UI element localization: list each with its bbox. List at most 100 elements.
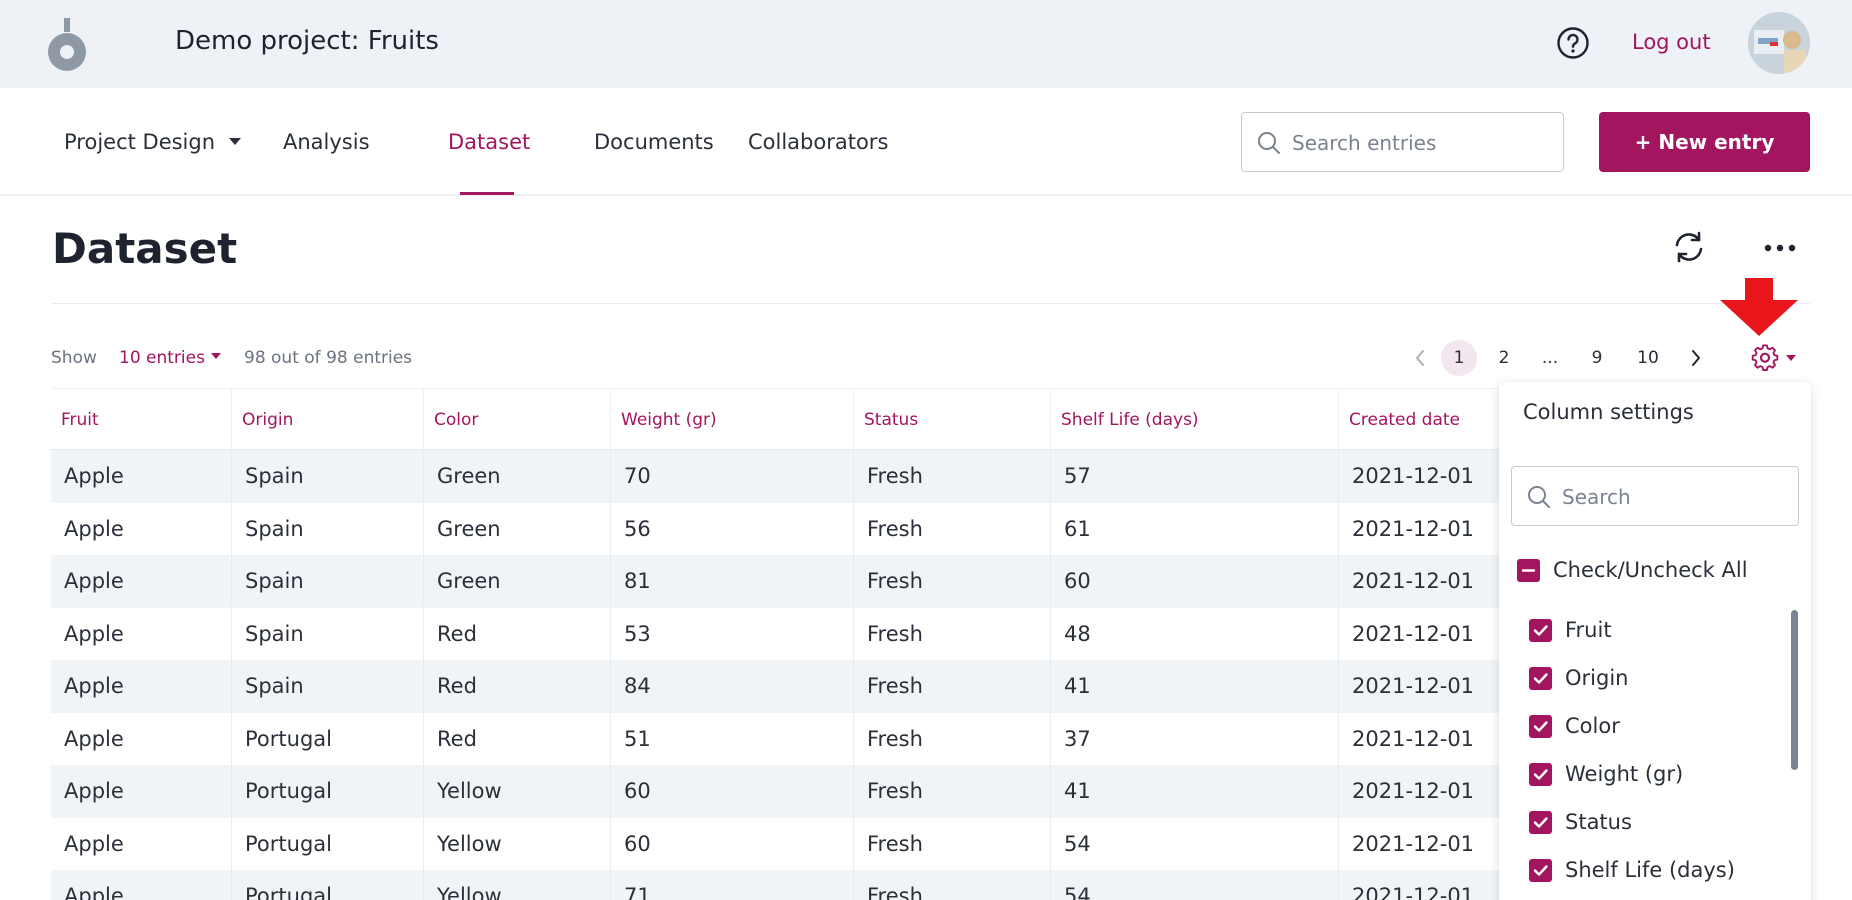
table-cell: 54 — [1050, 817, 1091, 870]
table-cell: 60 — [610, 765, 651, 817]
table-row[interactable]: Apple Spain Green 56 Fresh 61 2021-12-01 — [51, 502, 1501, 556]
column-toggle-item[interactable]: Color — [1529, 714, 1769, 740]
column-header-shelf-life[interactable]: Shelf Life (days) — [1050, 389, 1199, 451]
tab-documents[interactable]: Documents — [594, 130, 714, 154]
table-cell: Apple — [64, 674, 124, 698]
page-ellipsis: ... — [1541, 348, 1559, 368]
checkbox-checked-icon[interactable] — [1529, 619, 1552, 642]
table-row[interactable]: Apple Spain Green 70 Fresh 57 2021-12-01 — [51, 450, 1501, 503]
column-search — [1511, 466, 1799, 526]
table-cell: Portugal — [231, 870, 332, 900]
column-header-color[interactable]: Color — [423, 389, 478, 451]
indeterminate-checkbox-icon[interactable] — [1517, 559, 1540, 582]
entries-count: 98 out of 98 entries — [244, 348, 413, 368]
table-cell: Apple — [64, 569, 124, 593]
column-header-fruit[interactable]: Fruit — [51, 389, 99, 451]
tab-dataset[interactable]: Dataset — [448, 130, 530, 154]
table-cell: 2021-12-01 — [1338, 712, 1474, 765]
table-row[interactable]: Apple Portugal Yellow 60 Fresh 54 2021-12-01 — [51, 817, 1501, 871]
chevron-right-icon[interactable] — [1686, 340, 1706, 376]
checkbox-checked-icon[interactable] — [1529, 715, 1552, 738]
logout-link[interactable]: Log out — [1632, 30, 1711, 54]
gear-icon[interactable] — [1750, 343, 1806, 373]
checkbox-checked-icon[interactable] — [1529, 763, 1552, 786]
tab-analysis[interactable]: Analysis — [283, 130, 370, 154]
column-toggle-item[interactable]: Shelf Life (days) — [1529, 858, 1769, 884]
table-cell: 2021-12-01 — [1338, 870, 1474, 900]
table-cell: Green — [423, 555, 501, 607]
entries-per-page-select[interactable]: 10 entries — [119, 348, 221, 368]
table-cell: Red — [423, 712, 477, 765]
table-cell: Fresh — [853, 870, 923, 900]
table-cell: 2021-12-01 — [1338, 450, 1474, 502]
table-cell: Fresh — [853, 712, 923, 765]
tab-project-design[interactable]: Project Design — [64, 130, 242, 154]
table-cell: 71 — [610, 870, 651, 900]
table-cell: 2021-12-01 — [1338, 502, 1474, 555]
table-cell: Fresh — [853, 450, 923, 502]
table-cell: 41 — [1050, 660, 1091, 712]
table-cell: 51 — [610, 712, 651, 765]
table-cell: Spain — [231, 502, 304, 555]
table-cell: Fresh — [853, 607, 923, 660]
avatar-image — [1748, 12, 1810, 74]
column-toggle-item[interactable]: Origin — [1529, 666, 1769, 692]
table-cell: Red — [423, 660, 477, 712]
table-row[interactable]: Apple Spain Red 53 Fresh 48 2021-12-01 — [51, 607, 1501, 661]
checkbox-checked-icon[interactable] — [1529, 859, 1552, 882]
checkbox-checked-icon[interactable] — [1529, 811, 1552, 834]
table-cell: Yellow — [423, 870, 502, 900]
table-cell: 53 — [610, 607, 651, 660]
table-cell: Portugal — [231, 765, 332, 817]
table-cell: Apple — [64, 779, 124, 803]
tab-collaborators[interactable]: Collaborators — [748, 130, 888, 154]
table-cell: Yellow — [423, 817, 502, 870]
checkbox-checked-icon[interactable] — [1529, 667, 1552, 690]
column-toggle-item[interactable]: Fruit — [1529, 618, 1769, 644]
column-toggle-item[interactable]: Weight (gr) — [1529, 762, 1769, 788]
tab-label: Project Design — [64, 130, 216, 154]
question-circle-icon[interactable] — [1556, 26, 1590, 60]
table-cell: 37 — [1050, 712, 1091, 765]
table-cell: Fresh — [853, 817, 923, 870]
table-cell: 2021-12-01 — [1338, 555, 1474, 607]
header-divider — [52, 303, 1810, 304]
chevron-left-icon[interactable] — [1410, 340, 1430, 376]
avatar[interactable] — [1748, 12, 1810, 74]
search-icon — [1258, 132, 1280, 154]
table-row[interactable]: Apple Portugal Red 51 Fresh 37 2021-12-01 — [51, 712, 1501, 766]
column-header-status[interactable]: Status — [853, 389, 918, 451]
column-header-created-date[interactable]: Created date — [1338, 389, 1460, 451]
search-entries-input[interactable] — [1292, 123, 1552, 163]
table-cell: Spain — [231, 555, 304, 607]
table-row[interactable]: Apple Spain Red 84 Fresh 41 2021-12-01 — [51, 660, 1501, 713]
table-cell: Apple — [64, 726, 124, 751]
app-logo-icon[interactable] — [46, 14, 88, 74]
column-header-origin[interactable]: Origin — [231, 389, 293, 451]
page-1-button[interactable]: 1 — [1441, 340, 1477, 376]
entries-select-value: 10 entries — [119, 348, 205, 368]
column-header-weight[interactable]: Weight (gr) — [610, 389, 717, 451]
page-9-button[interactable]: 9 — [1583, 340, 1611, 376]
table-row[interactable]: Apple Spain Green 81 Fresh 60 2021-12-01 — [51, 555, 1501, 608]
caret-down-icon — [210, 353, 221, 359]
new-entry-button[interactable]: + New entry — [1599, 112, 1810, 172]
more-options-icon[interactable] — [1764, 236, 1796, 260]
check-all-label: Check/Uncheck All — [1553, 558, 1748, 582]
column-search-input[interactable] — [1562, 477, 1790, 517]
table-header: Fruit Origin Color Weight (gr) Status Sh… — [51, 388, 1501, 451]
table-row[interactable]: Apple Portugal Yellow 71 Fresh 54 2021-12-01 — [51, 870, 1501, 900]
table-cell: 2021-12-01 — [1338, 660, 1474, 712]
column-toggle-label: Status — [1565, 810, 1632, 834]
column-list-scrollbar[interactable] — [1791, 610, 1798, 770]
main-nav: Project Design Analysis Dataset Document… — [0, 88, 1852, 196]
table-row[interactable]: Apple Portugal Yellow 60 Fresh 41 2021-12-01 — [51, 765, 1501, 818]
column-settings-panel: Column settings Check/Uncheck All Fruit O… — [1499, 382, 1811, 900]
page-2-button[interactable]: 2 — [1490, 340, 1518, 376]
table-cell: Portugal — [231, 817, 332, 870]
refresh-icon[interactable] — [1672, 230, 1706, 264]
table-cell: Green — [423, 502, 501, 555]
column-toggle-item[interactable]: Status — [1529, 810, 1769, 836]
page-10-button[interactable]: 10 — [1630, 340, 1666, 376]
project-title: Demo project: Fruits — [175, 26, 439, 56]
